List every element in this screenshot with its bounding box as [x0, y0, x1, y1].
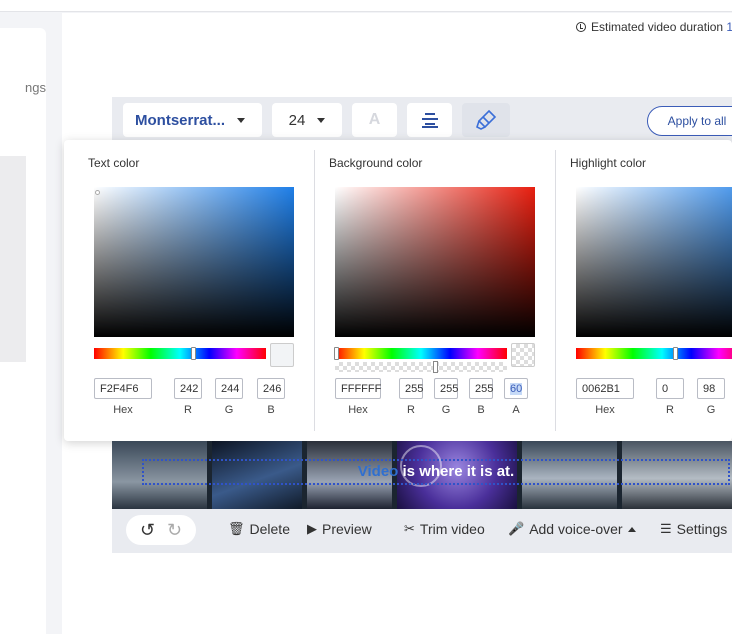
background-b-input[interactable]: 255: [469, 378, 493, 399]
left-panel-label: ngs: [25, 80, 46, 95]
g-label: G: [706, 404, 716, 416]
microphone-icon: 🎤: [508, 521, 525, 536]
text-color-hue-slider[interactable]: [94, 347, 266, 360]
g-label: G: [441, 404, 451, 416]
highlight-g-input[interactable]: 98: [697, 378, 725, 399]
background-color-title: Background color: [329, 156, 423, 170]
font-size-value: 24: [288, 111, 306, 129]
sliders-icon: ☰: [660, 521, 672, 536]
alpha-thumb[interactable]: [433, 361, 438, 373]
caption-selection[interactable]: Video is where it is at.: [142, 459, 730, 485]
hex-label: Hex: [348, 404, 368, 416]
left-panel: ngs: [0, 28, 46, 634]
undo-icon[interactable]: ↺: [140, 520, 155, 541]
background-a-input[interactable]: 60: [504, 378, 528, 399]
marker-icon: [476, 109, 497, 130]
text-color-picker: Text color F2F4F6 242 244 246 Hex R G B: [88, 150, 318, 431]
voice-label: Add voice-over: [529, 521, 623, 537]
highlight-color-picker: Highlight color 0062B1 0 98 Hex R G: [570, 150, 732, 431]
font-name: Montserrat...: [135, 111, 226, 129]
r-label: R: [407, 404, 415, 416]
font-size-dropdown[interactable]: 24: [272, 103, 342, 137]
settings-button[interactable]: ☰ Settings: [660, 521, 727, 537]
trash-icon: 🗑: [228, 521, 245, 536]
text-color-saturation-area[interactable]: [94, 187, 294, 337]
play-icon: ▶: [307, 521, 317, 536]
saturation-cursor[interactable]: [95, 190, 100, 195]
caption-highlighted-word: Video: [357, 463, 399, 480]
a-label: A: [512, 404, 520, 416]
delete-button[interactable]: 🗑 Delete: [228, 521, 290, 537]
highlight-hex-input[interactable]: 0062B1: [576, 378, 634, 399]
apply-to-all-button[interactable]: Apply to all: [647, 106, 732, 136]
video-actions-bar: ↺ ↻ 🗑 Delete ▶ Preview ✂ Trim video 🎤 Add vo…: [112, 509, 732, 553]
text-style-letter: A: [368, 111, 381, 128]
align-center-icon: [421, 113, 438, 128]
trim-video-button[interactable]: ✂ Trim video: [404, 521, 485, 537]
chevron-up-icon: [627, 526, 636, 532]
alpha-selected-text: 60: [510, 382, 523, 395]
redo-icon[interactable]: ↻: [167, 520, 182, 541]
background-alpha-slider[interactable]: [335, 361, 507, 373]
left-panel-block: [0, 156, 26, 362]
divider: [555, 150, 556, 431]
preview-label: Preview: [322, 521, 372, 537]
chevron-down-icon: [317, 117, 326, 123]
background-r-input[interactable]: 255: [399, 378, 423, 399]
highlight-color-hue-slider[interactable]: [576, 347, 732, 360]
text-hex-input[interactable]: F2F4F6: [94, 378, 152, 399]
highlight-color-title: Highlight color: [570, 156, 647, 170]
font-dropdown[interactable]: Montserrat...: [123, 103, 262, 137]
r-label: R: [184, 404, 192, 416]
estimated-duration: Estimated video duration 1: [576, 20, 732, 34]
text-color-title: Text color: [88, 156, 140, 170]
b-label: B: [477, 404, 485, 416]
settings-label: Settings: [676, 521, 728, 537]
clock-icon: [576, 22, 586, 32]
background-color-hue-slider[interactable]: [334, 347, 507, 360]
video-preview[interactable]: Video is where it is at.: [112, 441, 732, 509]
top-header-bar: [0, 0, 732, 12]
color-picker-popup: Text color F2F4F6 242 244 246 Hex R G B …: [64, 140, 732, 441]
hex-label: Hex: [113, 404, 133, 416]
chevron-down-icon: [237, 117, 246, 123]
text-toolbar: Montserrat... 24 A Apply to all: [112, 97, 732, 143]
text-style-button[interactable]: A: [352, 103, 397, 137]
b-label: B: [267, 404, 275, 416]
background-g-input[interactable]: 255: [434, 378, 458, 399]
hue-thumb[interactable]: [673, 347, 678, 360]
delete-label: Delete: [249, 521, 290, 537]
r-label: R: [666, 404, 674, 416]
caption-text: is where it is at.: [398, 463, 515, 480]
preview-button[interactable]: ▶ Preview: [307, 521, 372, 537]
hue-thumb[interactable]: [334, 347, 339, 360]
text-color-swatch: [270, 343, 294, 367]
text-g-input[interactable]: 244: [215, 378, 243, 399]
trim-label: Trim video: [419, 521, 485, 537]
hex-label: Hex: [595, 404, 615, 416]
align-button[interactable]: [407, 103, 452, 137]
video-caption[interactable]: Video is where it is at.: [144, 461, 728, 483]
highlight-button[interactable]: [462, 103, 510, 137]
highlight-r-input[interactable]: 0: [656, 378, 684, 399]
add-voice-over-button[interactable]: 🎤 Add voice-over: [508, 521, 636, 537]
text-r-input[interactable]: 242: [174, 378, 202, 399]
g-label: G: [224, 404, 234, 416]
divider: [314, 150, 315, 431]
background-hex-input[interactable]: FFFFFF: [335, 378, 381, 399]
hue-thumb[interactable]: [191, 347, 196, 360]
background-color-picker: Background color FFFFFF 255 255 255 60 H…: [329, 150, 559, 431]
undo-redo-group: ↺ ↻: [126, 515, 196, 545]
background-color-saturation-area[interactable]: [335, 187, 535, 337]
text-b-input[interactable]: 246: [257, 378, 285, 399]
scissors-icon: ✂: [404, 521, 415, 536]
duration-label: Estimated video duration: [591, 20, 724, 34]
background-color-swatch: [511, 343, 535, 367]
duration-value: 1: [726, 20, 732, 34]
highlight-color-saturation-area[interactable]: [576, 187, 732, 337]
